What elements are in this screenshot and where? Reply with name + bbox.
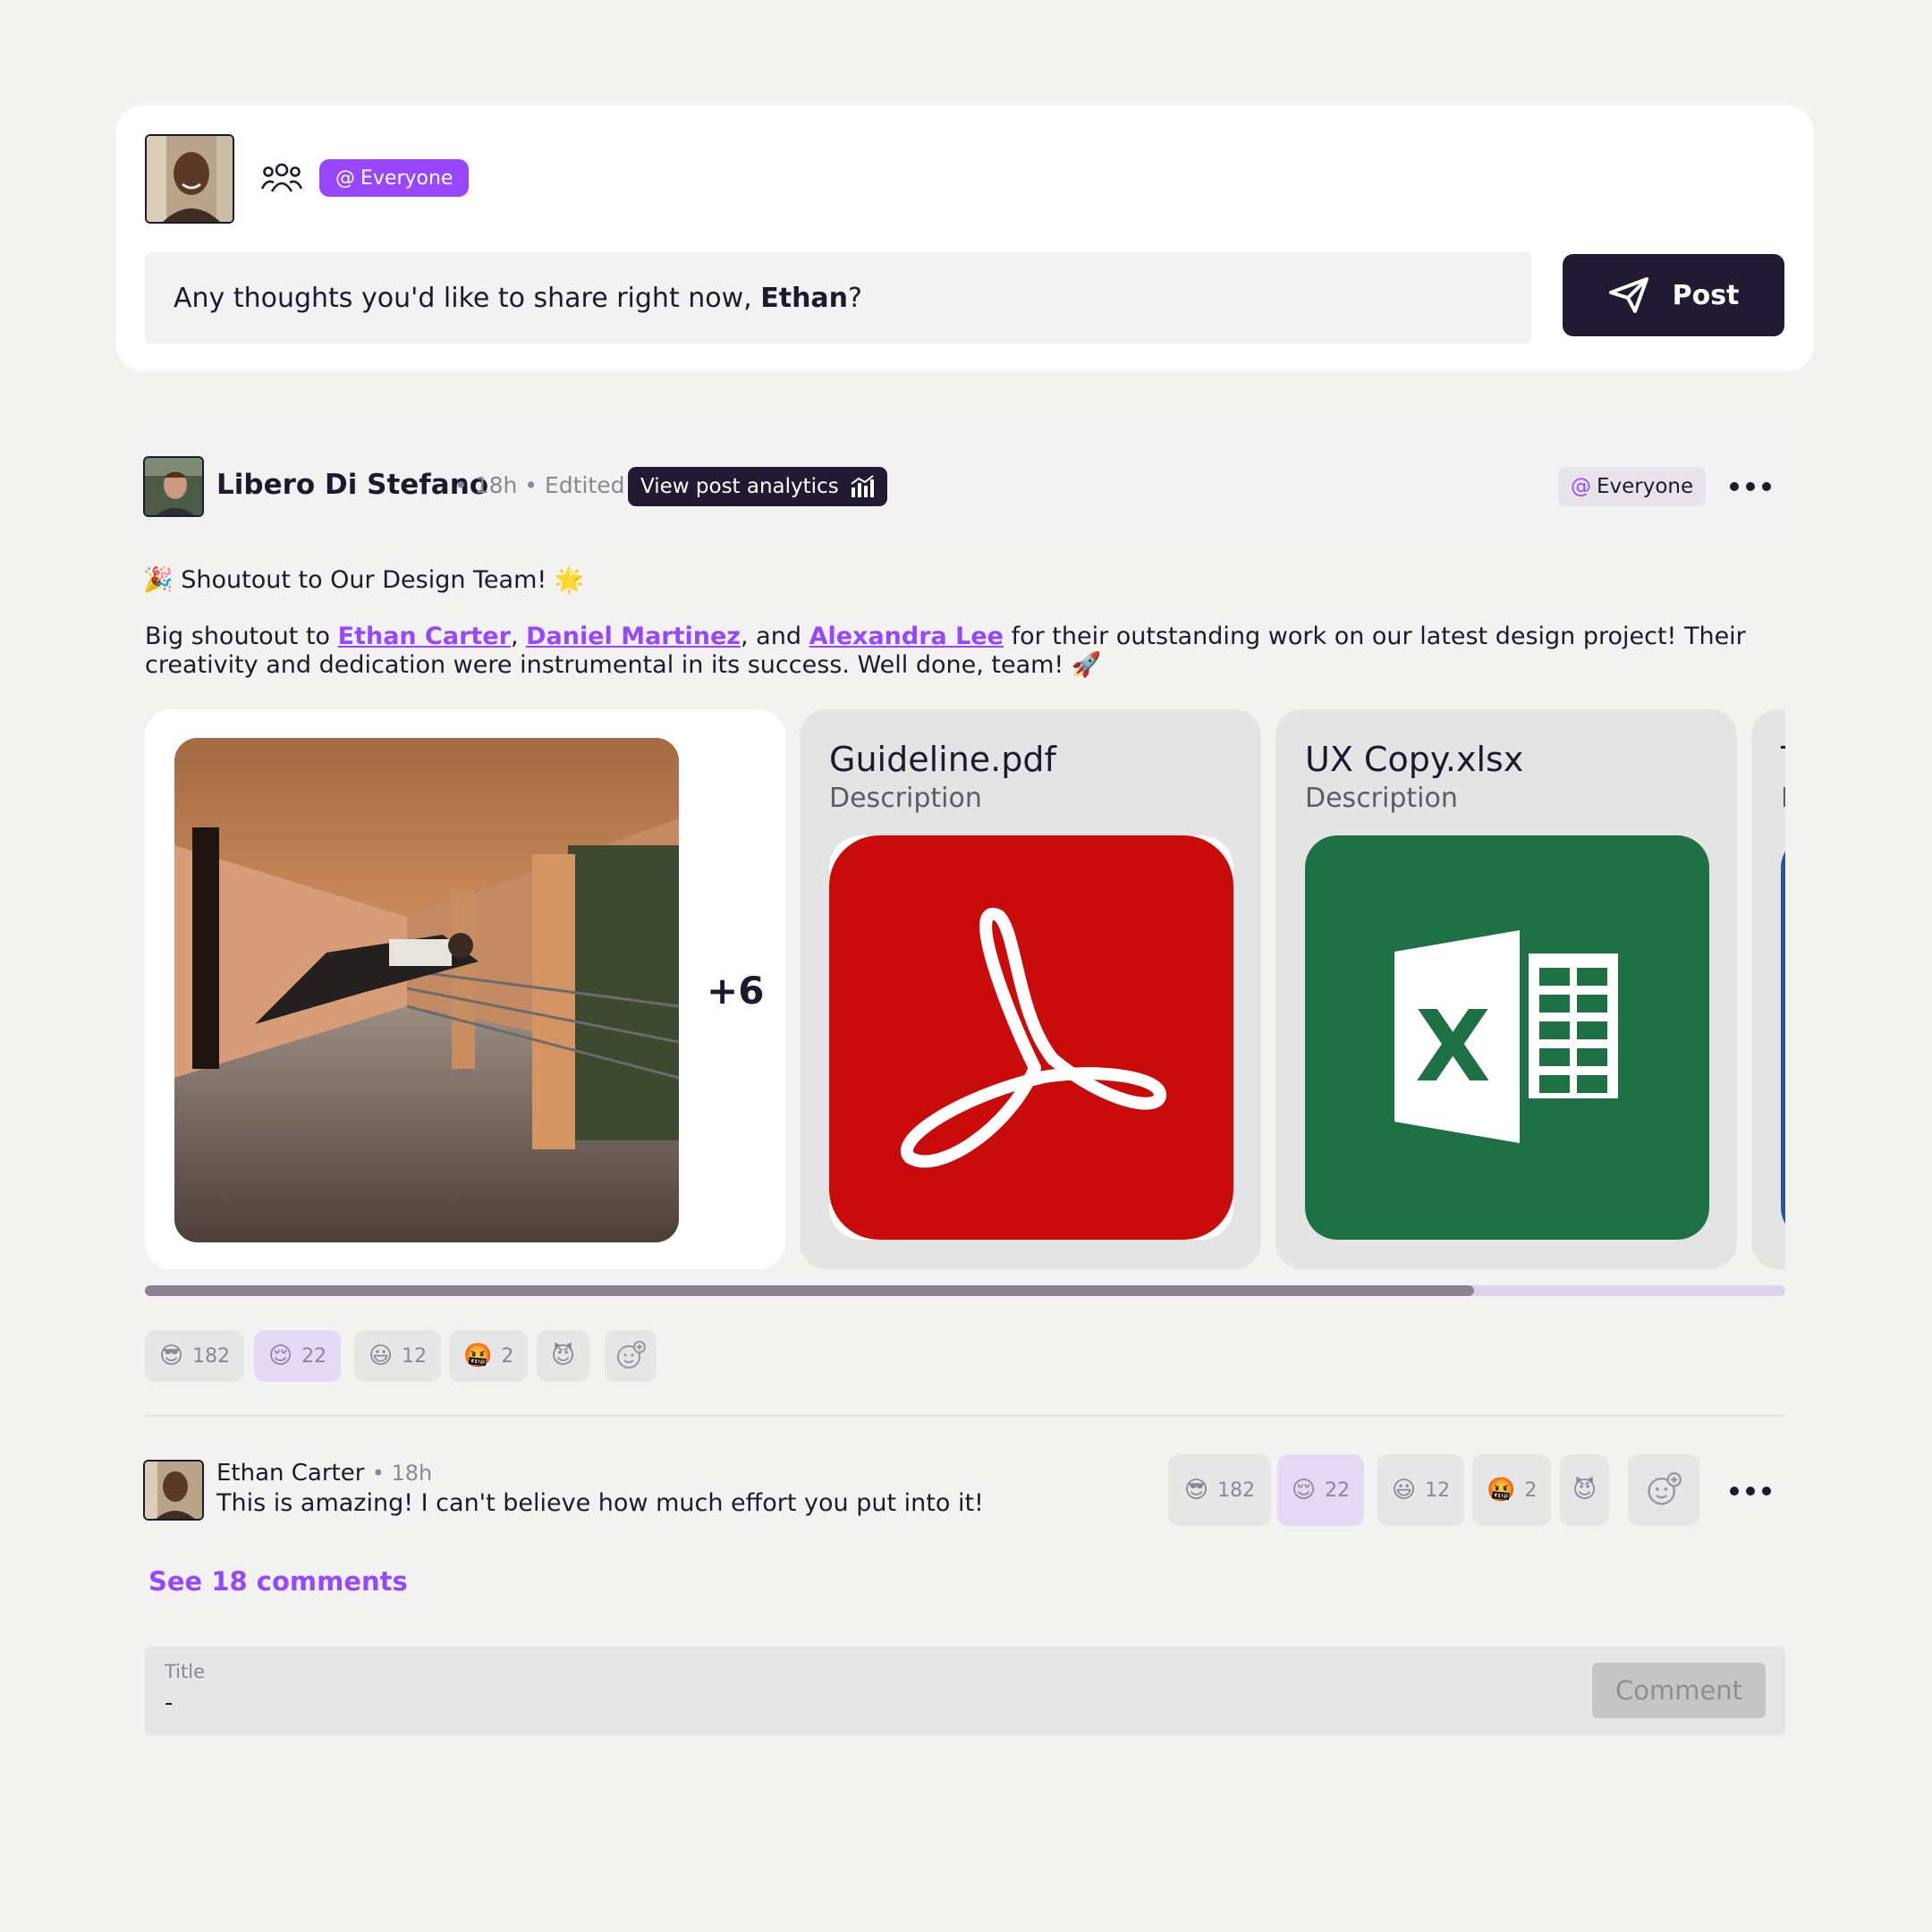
reaction-devil[interactable]: 😈: [537, 1330, 590, 1382]
reaction-count: 22: [1325, 1479, 1351, 1502]
rocket-emoji: 🚀: [1071, 651, 1102, 679]
post-meta: • 18h • Edtited: [454, 472, 625, 498]
cool-emoji: 😎: [1184, 1477, 1209, 1504]
comment-submit-button[interactable]: Comment: [1592, 1663, 1766, 1718]
devil-emoji: 😈: [551, 1343, 576, 1369]
reaction-count: 12: [1425, 1479, 1451, 1502]
body-start: Big shoutout to: [145, 623, 338, 650]
reaction-count: 182: [1217, 1479, 1256, 1502]
composer-input[interactable]: Any thoughts you'd like to share right n…: [145, 252, 1531, 343]
comment-reaction-cool[interactable]: 😎 182: [1168, 1454, 1272, 1526]
at-icon: @: [335, 166, 355, 190]
send-icon: [1608, 277, 1648, 313]
reaction-cool[interactable]: 😎 182: [145, 1330, 245, 1382]
relieved-emoji: 😌: [268, 1343, 293, 1369]
add-reaction-icon: [617, 1341, 646, 1368]
file-name: Guideline.pdf: [829, 740, 1056, 779]
add-reaction-button[interactable]: [605, 1330, 657, 1382]
angry-emoji: 🤬: [463, 1343, 493, 1369]
divider: [145, 1415, 1785, 1417]
post-button-label: Post: [1672, 279, 1740, 311]
excel-icon: X: [1305, 835, 1709, 1240]
post-title-text: Shoutout to Our Design Team!: [181, 566, 547, 594]
comment-reaction-devil[interactable]: 😈: [1560, 1454, 1610, 1526]
smile-emoji: 😃: [369, 1343, 394, 1369]
mention-ethan-carter[interactable]: Ethan Carter: [338, 623, 511, 650]
comment-meta: • 18h: [371, 1461, 433, 1486]
cool-emoji: 😎: [159, 1343, 184, 1369]
comment-author-avatar[interactable]: [143, 1460, 204, 1521]
post-body: Big shoutout to Ethan Carter, Daniel Mar…: [145, 623, 1791, 680]
reaction-relieved[interactable]: 😌 22: [254, 1330, 342, 1382]
reaction-count: 2: [501, 1344, 514, 1368]
separator-2: , and: [741, 623, 809, 650]
reaction-count: 2: [1524, 1479, 1538, 1502]
analytics-label: View post analytics: [640, 475, 839, 498]
comment-reaction-angry[interactable]: 🤬 2: [1472, 1454, 1552, 1526]
analytics-chart-icon: [851, 475, 874, 497]
pdf-icon: [829, 835, 1233, 1240]
audience-group-icon[interactable]: [261, 161, 302, 195]
author-avatar[interactable]: [143, 456, 204, 517]
comment-reaction-relieved[interactable]: 😌 22: [1277, 1454, 1365, 1526]
word-icon: [1781, 835, 1785, 1240]
smile-emoji: 😃: [1392, 1477, 1417, 1504]
svg-text:X: X: [1415, 989, 1491, 1104]
view-analytics-button[interactable]: View post analytics: [628, 467, 887, 506]
party-emoji: 🎉: [143, 566, 174, 594]
post-composer: @ Everyone Any thoughts you'd like to sh…: [116, 106, 1814, 371]
file-name: T: [1781, 740, 1785, 779]
comment-author-name[interactable]: Ethan Carter: [216, 1460, 364, 1487]
add-reaction-icon: [1648, 1472, 1682, 1505]
post-button[interactable]: Post: [1563, 254, 1784, 336]
comment-add-reaction-button[interactable]: [1628, 1454, 1699, 1526]
reaction-count: 182: [192, 1344, 231, 1368]
prompt-text-end: ?: [848, 282, 862, 314]
file-name: UX Copy.xlsx: [1305, 740, 1524, 779]
current-user-avatar[interactable]: [145, 134, 234, 224]
post-audience-label: Everyone: [1597, 475, 1694, 498]
reaction-count: 12: [402, 1344, 428, 1368]
carousel-scrollbar[interactable]: [145, 1285, 1785, 1296]
attachments-carousel[interactable]: +6 Guideline.pdf Description UX Copy.xls…: [143, 707, 1785, 1270]
mention-alexandra-lee[interactable]: Alexandra Lee: [809, 623, 1004, 650]
file-card-partial[interactable]: T D: [1751, 709, 1785, 1269]
comment-more-options-icon[interactable]: [1730, 1486, 1771, 1496]
file-card-ux-copy-xlsx[interactable]: UX Copy.xlsx Description X: [1275, 709, 1737, 1269]
see-comments-link[interactable]: See 18 comments: [148, 1566, 408, 1597]
comment-reaction-smile[interactable]: 😃 12: [1377, 1454, 1465, 1526]
at-icon: @: [1571, 475, 1591, 498]
reaction-smile[interactable]: 😃 12: [354, 1330, 442, 1382]
post-more-options-icon[interactable]: [1730, 481, 1771, 492]
post-title: 🎉 Shoutout to Our Design Team! 🌟: [143, 565, 584, 594]
comment-input-label: Title: [165, 1661, 206, 1682]
mention-daniel-martinez[interactable]: Daniel Martinez: [526, 623, 741, 650]
post-audience-chip[interactable]: @ Everyone: [1558, 467, 1707, 506]
comment-input-value[interactable]: -: [165, 1690, 173, 1716]
file-description: D: [1781, 783, 1785, 814]
comment-author: Ethan Carter • 18h: [216, 1460, 432, 1487]
devil-emoji: 😈: [1572, 1477, 1597, 1504]
reaction-angry[interactable]: 🤬 2: [449, 1330, 529, 1382]
comment-text: This is amazing! I can't believe how muc…: [216, 1489, 984, 1517]
image-gallery-card[interactable]: +6: [145, 709, 785, 1269]
file-card-guideline-pdf[interactable]: Guideline.pdf Description: [800, 709, 1261, 1269]
file-description: Description: [829, 783, 982, 814]
prompt-user-name: Ethan: [760, 282, 849, 314]
carousel-scrollbar-thumb[interactable]: [145, 1285, 1474, 1296]
file-description: Description: [1305, 783, 1458, 814]
audience-selector[interactable]: @ Everyone: [319, 159, 470, 197]
separator-1: ,: [510, 623, 527, 650]
relieved-emoji: 😌: [1292, 1477, 1317, 1504]
gallery-photo[interactable]: [174, 738, 679, 1242]
reaction-count: 22: [301, 1344, 327, 1368]
star-emoji: 🌟: [554, 566, 585, 594]
prompt-text-start: Any thoughts you'd like to share right n…: [174, 282, 761, 314]
author-name[interactable]: Libero Di Stefano: [216, 469, 488, 501]
angry-emoji: 🤬: [1487, 1477, 1516, 1504]
more-images-count[interactable]: +6: [707, 969, 764, 1013]
audience-label: Everyone: [360, 166, 453, 190]
comment-input[interactable]: Title - Comment: [145, 1647, 1785, 1735]
